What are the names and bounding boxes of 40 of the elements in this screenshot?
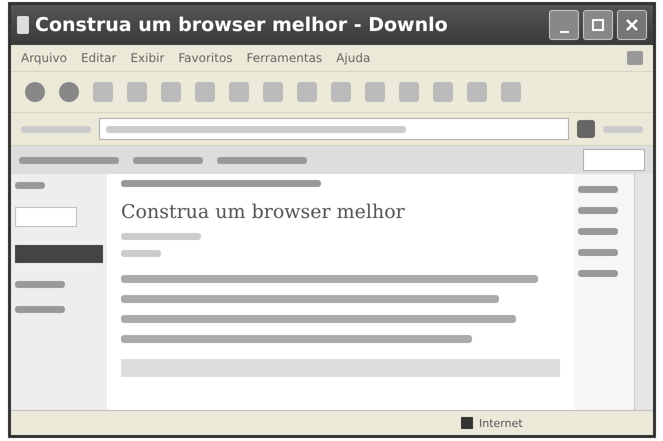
toolbar-icon[interactable] xyxy=(365,82,385,102)
toolbar-icon[interactable] xyxy=(229,82,249,102)
toolbar-icon[interactable] xyxy=(467,82,487,102)
maximize-button[interactable] xyxy=(583,10,613,40)
go-icon[interactable] xyxy=(577,120,595,138)
toolbar-icon[interactable] xyxy=(399,82,419,102)
blurred-link[interactable] xyxy=(133,156,203,164)
zone-label: Internet xyxy=(479,416,523,430)
toolbar-icon[interactable] xyxy=(297,82,317,102)
toolbar-icon[interactable] xyxy=(93,82,113,102)
toolbar-icon[interactable] xyxy=(195,82,215,102)
menu-item[interactable]: Arquivo xyxy=(21,51,67,65)
blurred-label xyxy=(603,126,643,132)
address-field[interactable] xyxy=(99,118,569,140)
menu-item[interactable]: Editar xyxy=(80,51,116,65)
blurred-link[interactable] xyxy=(217,156,307,164)
close-icon xyxy=(625,18,639,32)
minimize-button[interactable] xyxy=(549,10,579,40)
menu-item[interactable]: Exibir xyxy=(130,51,164,65)
close-button[interactable] xyxy=(617,10,647,40)
window-title: Construa um browser melhor - Downlo xyxy=(35,14,449,36)
article-title: Construa um browser melhor xyxy=(121,201,406,223)
maximize-icon xyxy=(591,18,605,32)
toolbar-icon[interactable] xyxy=(501,82,521,102)
menu-item[interactable]: Ferramentas xyxy=(246,51,322,65)
menu-item[interactable]: Favoritos xyxy=(178,51,233,65)
toolbar-icon[interactable] xyxy=(161,82,181,102)
toolbar-icon[interactable] xyxy=(433,82,453,102)
blurred-link[interactable] xyxy=(19,156,119,164)
menu-item[interactable]: Ajuda xyxy=(336,51,370,65)
toolbar-icon[interactable] xyxy=(59,82,79,102)
search-field[interactable] xyxy=(583,149,645,171)
minimize-icon xyxy=(560,31,568,33)
blurred-date xyxy=(121,250,161,257)
scrollbar[interactable] xyxy=(634,174,653,410)
toolbar-icon[interactable] xyxy=(263,82,283,102)
blurred-label xyxy=(21,126,91,132)
toolbar-icon[interactable] xyxy=(127,82,147,102)
toolbar-icon[interactable] xyxy=(25,82,45,102)
toolbar-icon[interactable] xyxy=(331,82,351,102)
